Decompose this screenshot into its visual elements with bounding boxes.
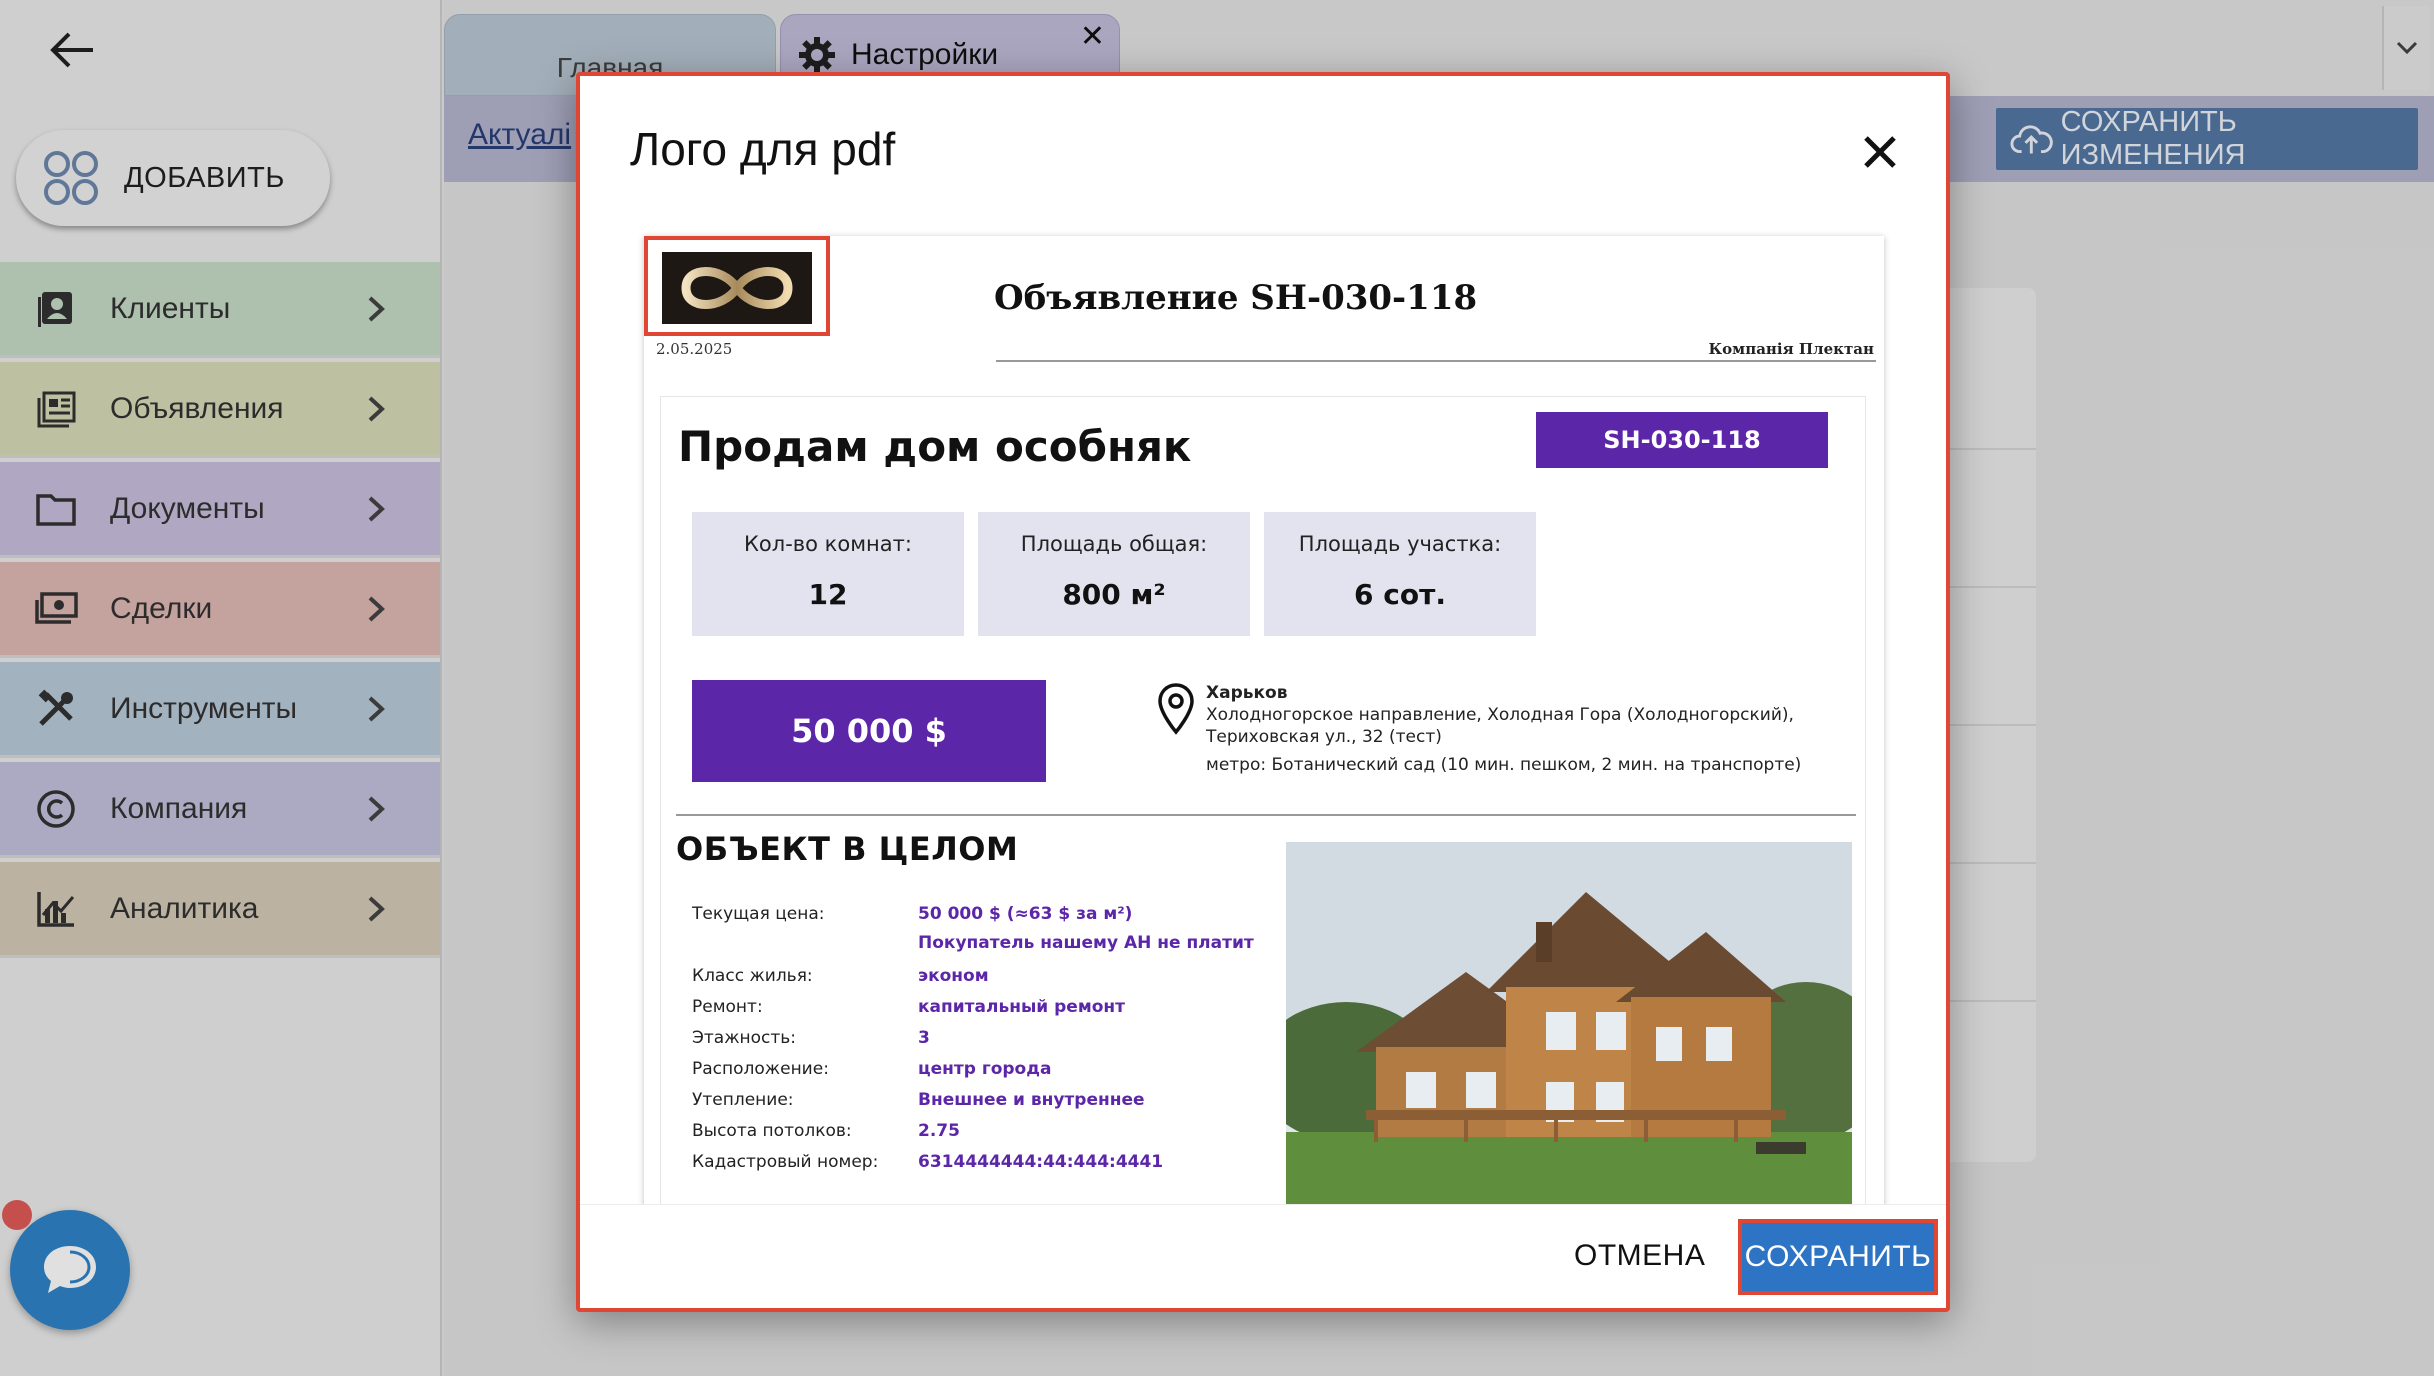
dialog-title: Лого для pdf [630,123,896,175]
address-block: Харьков Холодногорское направление, Холо… [1206,682,1801,776]
detail-label: Высота потолков: [692,1121,852,1141]
detail-row: Ремонт: капитальный ремонт [692,997,1254,1028]
stat-value: 800 м² [1062,578,1166,611]
detail-label: Ремонт: [692,997,763,1017]
dialog-close-button[interactable] [1860,132,1900,172]
stat-label: Площадь общая: [1020,532,1208,556]
close-icon [1864,136,1896,168]
pdf-section-divider [676,814,1856,816]
infinity-logo-icon [681,267,793,309]
pdf-company: Компанія Плектан [1708,340,1874,358]
detail-row: Высота потолков: 2.75 [692,1121,1254,1152]
pdf-preview: Объявление SH-030-118 2.05.2025 Компанія… [644,236,1884,1226]
detail-label: Текущая цена: [692,904,825,924]
detail-row: Расположение: центр города [692,1059,1254,1090]
section-title: ОБЪЕКТ В ЦЕЛОМ [676,830,1019,868]
detail-label: Кадастровый номер: [692,1152,879,1172]
stat-total-area: Площадь общая: 800 м² [978,512,1250,636]
pdf-header-divider [996,360,1876,362]
dialog-footer: ОТМЕНА СОХРАНИТЬ [580,1204,1946,1308]
logo-image [662,252,812,324]
detail-value: 3 [918,1028,930,1048]
detail-row: Кадастровый номер: 6314444444:44:444:4441 [692,1152,1254,1183]
detail-row: Текущая цена: 50 000 $ (≈63 $ за м²) Пок… [692,904,1254,966]
detail-row: Класс жилья: эконом [692,966,1254,997]
address-metro: метро: Ботанический сад (10 мин. пешком,… [1206,755,1802,775]
stat-value: 6 сот. [1354,578,1446,611]
detail-value: капитальный ремонт [918,997,1126,1017]
detail-value: 50 000 $ (≈63 $ за м²) [918,904,1133,924]
cancel-button[interactable]: ОТМЕНА [1574,1239,1705,1273]
detail-value: центр города [918,1059,1052,1079]
logo-selection[interactable] [644,236,830,336]
stat-plot-area: Площадь участка: 6 сот. [1264,512,1536,636]
price-badge: 50 000 $ [692,680,1046,782]
address-city: Харьков [1206,683,1288,703]
save-button[interactable]: СОХРАНИТЬ [1738,1219,1938,1295]
listing-headline: Продам дом особняк [678,422,1192,471]
pdf-header-title: Объявление SH-030-118 [994,278,1478,318]
detail-row: Этажность: 3 [692,1028,1254,1059]
stat-rooms: Кол-во комнат: 12 [692,512,964,636]
detail-value-note: Покупатель нашему АН не платит [918,933,1254,953]
detail-value: эконом [918,966,989,986]
pdf-date: 2.05.2025 [656,340,733,358]
house-photo [1286,842,1852,1226]
detail-label: Расположение: [692,1059,829,1079]
stat-value: 12 [808,578,848,611]
address-line1: Холодногорское направление, Холодная Гор… [1206,705,1794,725]
location-pin-icon [1158,683,1194,735]
detail-label: Этажность: [692,1028,797,1048]
detail-value: 6314444444:44:444:4441 [918,1152,1164,1172]
listing-code-badge: SH-030-118 [1536,412,1828,468]
detail-label: Утепление: [692,1090,794,1110]
stat-label: Кол-во комнат: [744,532,912,556]
detail-row: Утепление: Внешнее и внутреннее [692,1090,1254,1121]
details-list: Текущая цена: 50 000 $ (≈63 $ за м²) Пок… [692,904,1254,1183]
detail-value: 2.75 [918,1121,960,1141]
detail-label: Класс жилья: [692,966,813,986]
address-line2: Териховская ул., 32 (тест) [1206,727,1442,747]
stat-label: Площадь участка: [1298,532,1502,556]
logo-dialog: Лого для pdf Объявление SH-030-118 2.05.… [576,72,1950,1312]
detail-value: Внешнее и внутреннее [918,1090,1145,1110]
